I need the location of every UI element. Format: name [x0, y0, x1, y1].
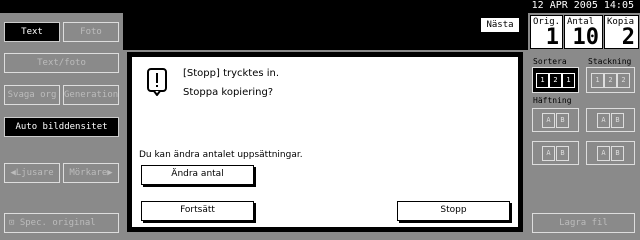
text-photo-mode-button[interactable]: Text/foto: [4, 53, 119, 73]
alert-icon: [147, 68, 167, 97]
pale-original-button[interactable]: Svaga org: [4, 85, 60, 105]
staple-top-right-button[interactable]: A B: [586, 108, 635, 132]
staple-page-icon: B: [611, 113, 624, 128]
staple-double-top-button[interactable]: A B: [586, 141, 635, 165]
continue-button[interactable]: Fortsätt: [141, 201, 254, 221]
stop-button[interactable]: Stopp: [397, 201, 510, 221]
change-quantity-button[interactable]: Ändra antal: [141, 165, 254, 185]
staple-page-icon: B: [556, 113, 569, 128]
stack-page-icon: 2: [617, 73, 630, 88]
special-original-label: Spec. original: [19, 218, 96, 228]
dialog-message-line1: [Stopp] trycktes in.: [183, 68, 280, 79]
dialog-info-text: Du kan ändra antalet uppsättningar.: [139, 150, 303, 160]
next-button[interactable]: Nästa: [480, 17, 520, 33]
staple-page-icon: A: [597, 146, 610, 161]
photo-mode-button[interactable]: Foto: [63, 22, 119, 42]
datetime: 12 APR 2005 14:05: [531, 0, 634, 11]
staple-page-icon: B: [556, 146, 569, 161]
sort-page-icon: 2: [549, 73, 562, 88]
dialog-message-line2: Stoppa kopiering?: [183, 87, 274, 98]
darker-button[interactable]: Mörkare▶: [63, 163, 119, 183]
quantity-value: 10: [572, 25, 600, 50]
special-original-button[interactable]: ⊡ Spec. original: [4, 213, 119, 233]
originals-value: 1: [545, 25, 559, 50]
staple-top-left-button[interactable]: A B: [532, 108, 579, 132]
sort-button[interactable]: 1 2 1: [532, 67, 579, 93]
staple-page-icon: B: [611, 146, 624, 161]
sort-page-icon: 1: [536, 73, 549, 88]
copies-value: 2: [621, 25, 635, 50]
text-mode-button[interactable]: Text: [4, 22, 60, 42]
sort-page-icon: 1: [562, 73, 575, 88]
staple-page-icon: A: [542, 146, 555, 161]
stack-page-icon: 2: [604, 73, 617, 88]
status-bar: 12 APR 2005 14:05: [0, 0, 640, 13]
stack-button[interactable]: 1 2 2: [586, 67, 635, 93]
special-original-icon: ⊡: [9, 218, 15, 228]
stack-label: Stackning: [588, 57, 632, 66]
staple-double-left-button[interactable]: A B: [532, 141, 579, 165]
sort-label: Sortera: [533, 57, 567, 66]
darker-label: Mörkare: [69, 168, 108, 178]
quantity-counter: Antal 10: [564, 15, 603, 50]
arrow-right-icon: ▶: [107, 168, 113, 178]
auto-density-button[interactable]: Auto bilddensitet: [4, 117, 119, 137]
staple-page-icon: A: [542, 113, 555, 128]
center-header: [123, 13, 528, 50]
lighter-label: Ljusare: [15, 168, 54, 178]
staple-label: Häftning: [533, 96, 572, 105]
save-file-button[interactable]: Lagra fil: [532, 213, 635, 233]
originals-counter: Orig. 1: [530, 15, 563, 50]
generation-button[interactable]: Generation: [63, 85, 119, 105]
stack-page-icon: 1: [591, 73, 604, 88]
staple-page-icon: A: [597, 113, 610, 128]
copies-counter: Kopia 2: [604, 15, 639, 50]
lighter-button[interactable]: ◀Ljusare: [4, 163, 60, 183]
